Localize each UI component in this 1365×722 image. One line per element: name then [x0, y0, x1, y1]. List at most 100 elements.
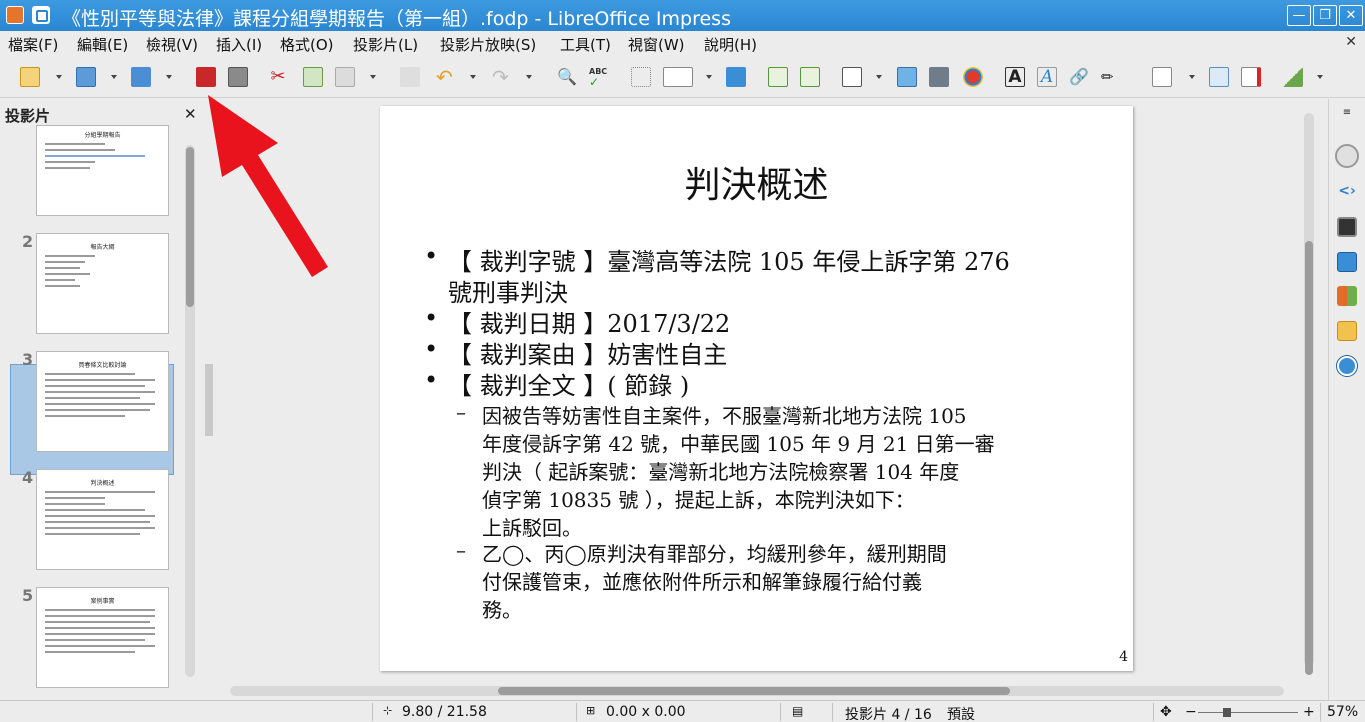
- duplicate-slide-icon[interactable]: [1209, 67, 1229, 87]
- gallery-icon[interactable]: [1337, 321, 1357, 341]
- size-icon: ⊞: [586, 704, 596, 717]
- slide-thumbnail-5[interactable]: 案例事實: [36, 587, 169, 688]
- menu-window[interactable]: 視窗(W): [628, 34, 685, 55]
- window-menu-icon[interactable]: [32, 6, 50, 24]
- start-first-slide-icon[interactable]: [768, 67, 788, 87]
- menu-view[interactable]: 檢視(V): [146, 34, 198, 55]
- master-layout-name[interactable]: 預設: [947, 704, 975, 722]
- menu-help[interactable]: 說明(H): [704, 34, 757, 55]
- menu-bar: 檔案(F) 編輯(E) 檢視(V) 插入(I) 格式(O) 投影片(L) 投影片…: [0, 31, 1365, 56]
- copy-icon[interactable]: [303, 67, 323, 87]
- find-replace-icon[interactable]: 🔍: [557, 67, 577, 87]
- slide-transition-icon[interactable]: <›: [1337, 183, 1357, 203]
- grid-icon[interactable]: [631, 67, 651, 87]
- display-views-icon[interactable]: [663, 67, 693, 87]
- open-folder-icon[interactable]: [76, 67, 96, 87]
- save-dropdown-icon[interactable]: [166, 75, 172, 79]
- bullet-case-date[interactable]: 【 裁判日期 】2017/3/22: [424, 304, 730, 339]
- vertical-scrollbar[interactable]: [1304, 113, 1314, 675]
- spelling-icon[interactable]: ABC ✓: [589, 67, 609, 88]
- start-current-slide-icon[interactable]: [800, 67, 820, 87]
- table-icon[interactable]: [842, 67, 862, 87]
- app-icon[interactable]: [6, 6, 24, 24]
- position-icon: ⊹: [383, 704, 393, 717]
- sub1-line-4: 偵字第 10835 號 ），提起上訴，本院判決如下：: [482, 488, 915, 512]
- master-slides-icon[interactable]: [1337, 252, 1357, 272]
- slide-number-2: 2: [22, 232, 34, 251]
- zoom-in-icon[interactable]: +: [1303, 704, 1315, 720]
- slide-number-5: 5: [22, 586, 34, 605]
- menu-slide[interactable]: 投影片(L): [353, 34, 418, 55]
- slide-pane-scrollbar[interactable]: [185, 145, 195, 677]
- open-dropdown-icon[interactable]: [111, 75, 117, 79]
- undo-icon[interactable]: ↶: [436, 67, 456, 87]
- menu-tools[interactable]: 工具(T): [560, 34, 611, 55]
- properties-gear-icon[interactable]: [1335, 144, 1359, 168]
- close-window-button[interactable]: ✕: [1339, 5, 1363, 26]
- slide-layout-dropdown-icon[interactable]: [1317, 75, 1323, 79]
- new-dropdown-icon[interactable]: [56, 75, 62, 79]
- redo-icon[interactable]: ↷: [492, 67, 512, 87]
- zoom-out-icon[interactable]: −: [1185, 704, 1197, 720]
- print-icon[interactable]: [228, 67, 248, 87]
- chart-icon[interactable]: [963, 67, 983, 87]
- slide-thumbnail-1[interactable]: 分組學期報告: [36, 125, 169, 216]
- maximize-button[interactable]: ❐: [1313, 5, 1337, 26]
- new-slide-dropdown-icon[interactable]: [1189, 75, 1195, 79]
- styles-icon[interactable]: [1337, 286, 1357, 306]
- slide-thumbnail-3[interactable]: 買春條文比較討論: [36, 351, 169, 452]
- slide-layout-icon[interactable]: [1283, 67, 1303, 87]
- save-icon[interactable]: [131, 67, 151, 87]
- new-slide-icon[interactable]: [1152, 67, 1172, 87]
- master-slide-icon[interactable]: [726, 67, 746, 87]
- display-views-dropdown-icon[interactable]: [706, 75, 712, 79]
- zoom-slider-handle[interactable]: [1223, 708, 1231, 717]
- zoom-level[interactable]: 57%: [1327, 704, 1358, 720]
- slide-pane-close-button[interactable]: ✕: [184, 105, 197, 123]
- minimize-button[interactable]: —: [1287, 5, 1311, 26]
- slide-title[interactable]: 判決概述: [380, 156, 1133, 208]
- bullet-case-cause[interactable]: 【 裁判案由 】妨害性自主: [424, 335, 727, 370]
- delete-slide-icon[interactable]: [1241, 67, 1261, 87]
- animation-icon[interactable]: [1337, 217, 1357, 237]
- image-icon[interactable]: [897, 67, 917, 87]
- bullet-case-fulltext[interactable]: 【 裁判全文 】( 節錄 ): [424, 366, 689, 401]
- slide-thumbnail-4[interactable]: 判決概述: [36, 469, 169, 570]
- menu-edit[interactable]: 編輯(E): [77, 34, 128, 55]
- navigator-icon[interactable]: [1337, 356, 1357, 376]
- undo-dropdown-icon[interactable]: [470, 75, 476, 79]
- current-slide[interactable]: 判決概述 【 裁判字號 】臺灣高等法院 105 年侵上訴字第 276 號刑事判決…: [380, 106, 1133, 671]
- menu-slideshow[interactable]: 投影片放映(S): [440, 34, 536, 55]
- clone-formatting-icon[interactable]: [400, 67, 420, 87]
- table-dropdown-icon[interactable]: [876, 75, 882, 79]
- object-size: 0.00 x 0.00: [606, 704, 686, 720]
- export-pdf-icon[interactable]: [196, 67, 216, 87]
- bullet-case-number-cont: 號刑事判決: [448, 279, 568, 307]
- close-document-button[interactable]: ✕: [1345, 34, 1357, 50]
- paste-dropdown-icon[interactable]: [370, 75, 376, 79]
- fontwork-icon[interactable]: A: [1037, 67, 1057, 87]
- paste-icon[interactable]: [335, 67, 355, 87]
- sub1-line-5: 上訴駁回。: [482, 516, 582, 540]
- sub1-line-1: 因被告等妨害性自主案件，不服臺灣新北地方法院 105: [482, 404, 967, 428]
- media-icon[interactable]: [929, 67, 949, 87]
- sidebar-menu-icon[interactable]: ≡: [1337, 107, 1357, 119]
- horizontal-scrollbar[interactable]: [230, 686, 1284, 696]
- new-document-icon[interactable]: [20, 67, 40, 87]
- document-modified-icon[interactable]: ▤: [792, 704, 803, 718]
- slide-pane-title: 投影片: [5, 107, 51, 125]
- cut-icon[interactable]: ✂: [268, 67, 288, 87]
- text-box-icon[interactable]: A: [1005, 67, 1025, 87]
- menu-format[interactable]: 格式(O): [280, 34, 334, 55]
- menu-insert[interactable]: 插入(I): [216, 34, 262, 55]
- hyperlink-icon[interactable]: 🔗: [1069, 67, 1089, 87]
- zoom-slider[interactable]: [1198, 712, 1298, 713]
- bullet-case-number[interactable]: 【 裁判字號 】臺灣高等法院 105 年侵上訴字第 276: [424, 242, 1010, 277]
- pane-splitter[interactable]: [205, 364, 213, 436]
- redo-dropdown-icon[interactable]: [526, 75, 532, 79]
- sub2-line-1: 乙◯、丙◯原判決有罪部分，均緩刑參年，緩刑期間: [482, 542, 947, 566]
- fit-slide-icon[interactable]: ✥: [1160, 704, 1172, 720]
- draw-functions-icon[interactable]: ✏: [1101, 67, 1121, 87]
- menu-file[interactable]: 檔案(F): [8, 34, 58, 55]
- slide-thumbnail-2[interactable]: 報告大綱: [36, 233, 169, 334]
